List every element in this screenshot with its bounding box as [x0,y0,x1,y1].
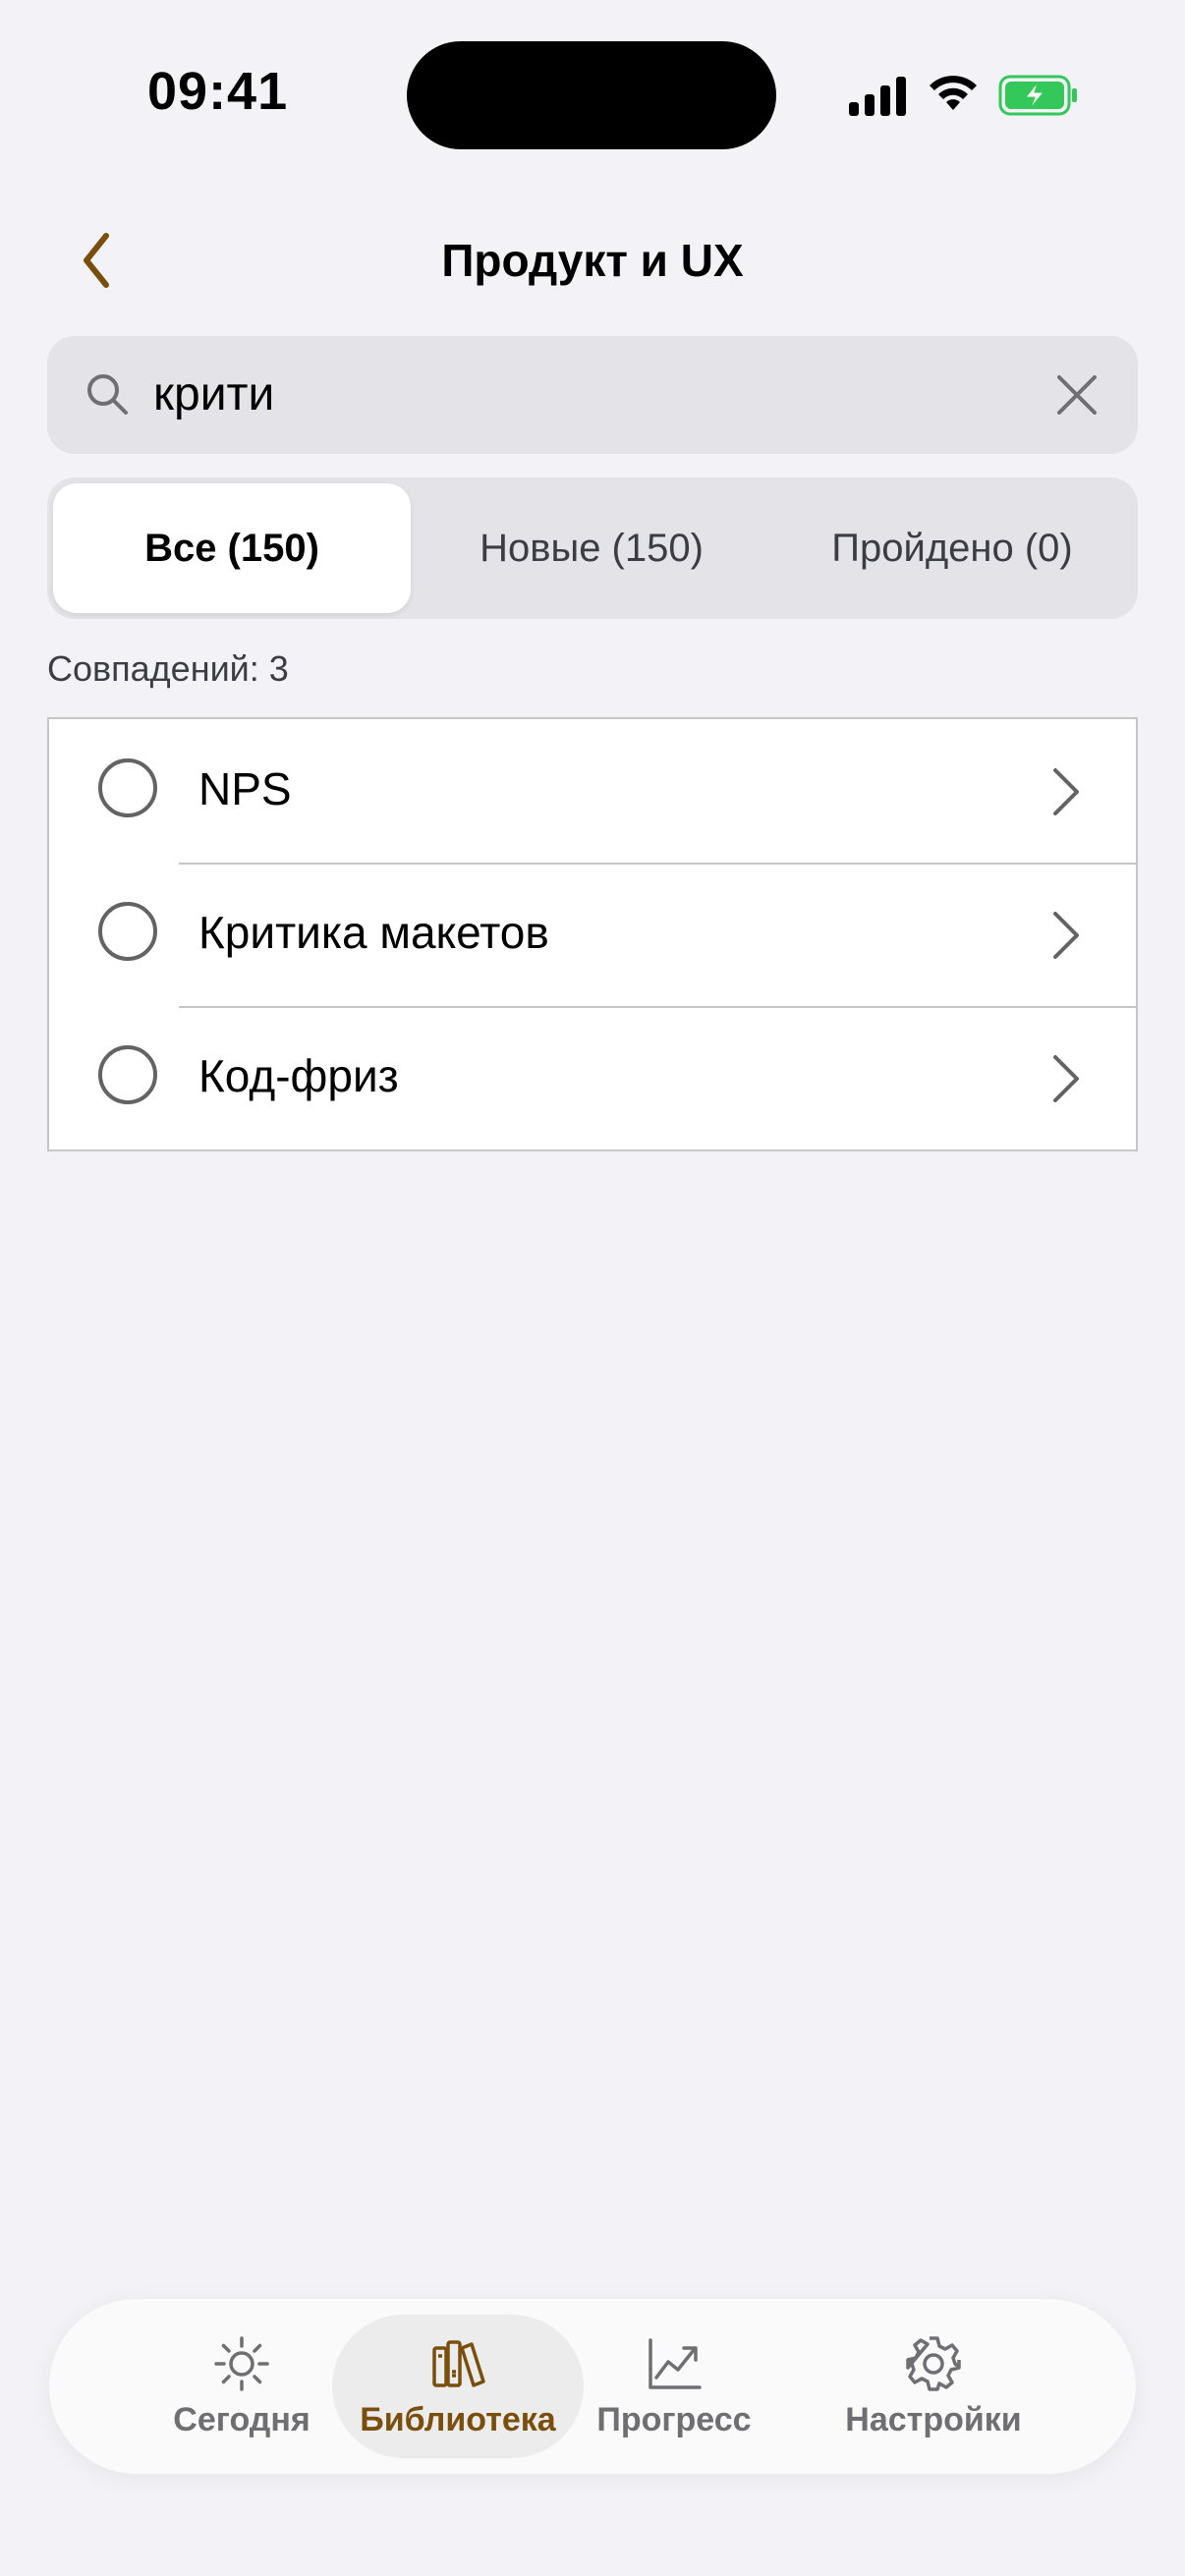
list-item[interactable]: Критика макетов [49,863,1136,1006]
clear-search-icon[interactable] [1055,373,1099,417]
gear-icon [906,2335,961,2391]
segment-all[interactable]: Все (150) [53,483,411,613]
battery-charging-icon [998,75,1077,116]
page-title: Продукт и UX [441,235,744,286]
wifi-icon [930,76,977,110]
tab-library[interactable]: Библиотека [332,2315,584,2458]
results-list: NPS Критика макетов Код-фриз [47,717,1138,1151]
tab-progress[interactable]: Прогресс [548,2315,800,2458]
chevron-right-icon [1053,1055,1079,1102]
tab-label: Сегодня [173,2400,310,2438]
list-item-label: Критика макетов [198,907,549,958]
completion-circle-icon[interactable] [98,1045,157,1104]
tab-label: Настройки [845,2400,1022,2438]
search-icon [87,374,128,415]
list-item-label: NPS [198,763,292,814]
tab-settings[interactable]: Настройки [808,2315,1059,2458]
list-item-label: Код-фриз [198,1050,399,1101]
filter-segmented-control: Все (150) Новые (150) Пройдено (0) [47,477,1138,619]
books-icon [432,2339,485,2387]
segment-completed[interactable]: Пройдено (0) [772,483,1132,613]
completion-circle-icon[interactable] [98,758,157,817]
matches-count: Совпадений: 3 [47,648,289,689]
tab-label: Библиотека [360,2400,556,2438]
cellular-signal-icon [849,77,906,116]
tab-bar: Сегодня Библиотека Прогресс Настройки [49,2299,1136,2474]
segment-new[interactable]: Новые (150) [413,483,770,613]
search-input[interactable] [153,362,1038,426]
tab-label: Прогресс [596,2400,752,2438]
status-time: 09:41 [147,62,289,121]
completion-circle-icon[interactable] [98,902,157,961]
chart-icon [649,2337,702,2389]
list-item[interactable]: NPS [49,719,1136,863]
list-item[interactable]: Код-фриз [49,1006,1136,1149]
sun-icon [214,2335,269,2391]
dynamic-island [407,41,776,149]
tab-today[interactable]: Сегодня [116,2315,367,2458]
chevron-right-icon [1053,768,1079,815]
search-bar[interactable] [47,336,1138,454]
chevron-right-icon [1053,912,1079,959]
